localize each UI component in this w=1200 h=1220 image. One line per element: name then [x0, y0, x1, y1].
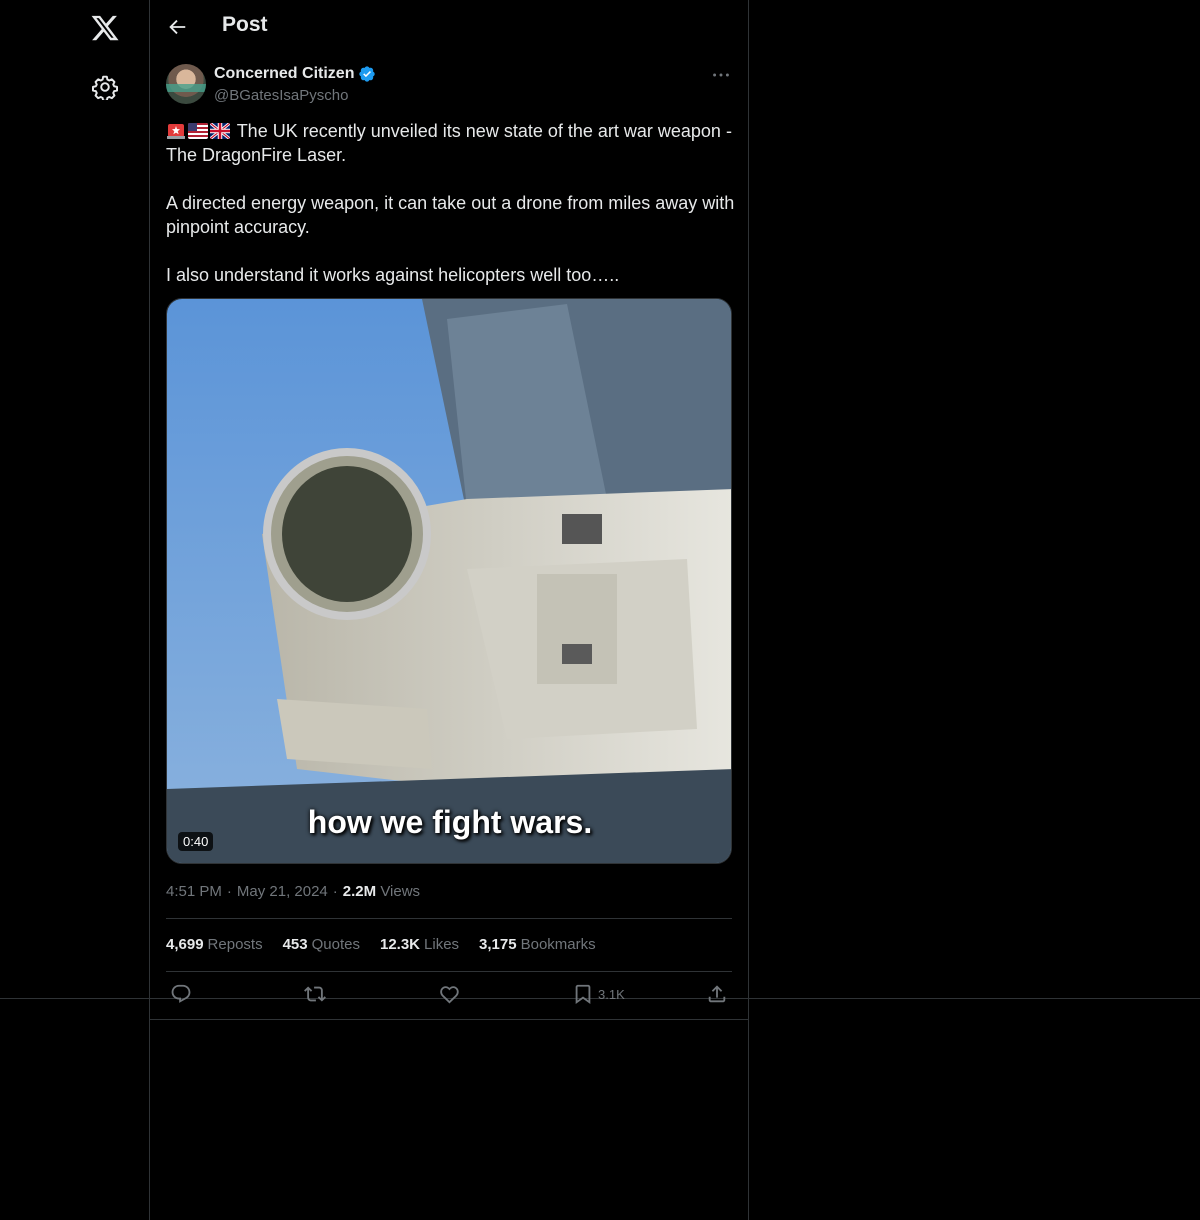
post-column: Post Concerned Citizen @BGatesIsaPyscho [149, 0, 749, 1220]
repost-icon [304, 986, 326, 1002]
divider [166, 918, 732, 919]
repost-button[interactable] [304, 983, 326, 1005]
bookmark-count: 3.1K [598, 986, 625, 1002]
meta-separator: · [226, 883, 232, 900]
reposts-stat[interactable]: 4,699 Reposts [166, 936, 263, 953]
tweet-line-3: I also understand it works against helic… [166, 265, 620, 285]
tweet-text: The UK recently unveiled its new state o… [166, 119, 736, 287]
post-time[interactable]: 4:51 PM [166, 883, 222, 900]
more-icon[interactable] [710, 64, 732, 86]
divider [150, 1019, 748, 1020]
author-display-name[interactable]: Concerned Citizen [214, 65, 354, 83]
tweet-line-2: A directed energy weapon, it can take ou… [166, 193, 735, 237]
like-icon [440, 986, 459, 1004]
video-thumbnail [167, 299, 731, 863]
uk-flag-icon [210, 123, 230, 139]
post-date[interactable]: May 21, 2024 [237, 883, 328, 900]
share-icon [708, 985, 726, 1003]
back-arrow-icon[interactable] [166, 16, 188, 38]
x-logo-icon[interactable] [90, 13, 120, 43]
bookmark-icon [575, 984, 591, 1005]
bookmarks-stat[interactable]: 3,175 Bookmarks [479, 936, 596, 953]
post-meta: 4:51 PM · May 21, 2024 · 2.2M Views [166, 883, 420, 900]
like-button[interactable] [438, 983, 460, 1005]
avatar[interactable] [166, 64, 206, 104]
video-duration: 0:40 [178, 832, 214, 851]
tweet-line-1: The UK recently unveiled its new state o… [166, 121, 732, 165]
video-caption: how we fight wars. [307, 804, 593, 840]
author-handle[interactable]: @BGatesIsaPyscho [214, 87, 348, 104]
reply-icon [171, 984, 191, 1003]
settings-icon[interactable] [92, 74, 118, 100]
author-name-row: Concerned Citizen [214, 65, 376, 83]
bookmark-button[interactable]: 3.1K [572, 983, 625, 1005]
left-sidebar [0, 0, 150, 1220]
likes-stat[interactable]: 12.3K Likes [380, 936, 459, 953]
post-header: Post [150, 0, 748, 54]
meta-separator: · [332, 883, 338, 900]
verified-icon [359, 66, 376, 82]
siren-emoji-icon [167, 124, 185, 139]
reply-button[interactable] [170, 983, 192, 1005]
views-label: Views [380, 883, 421, 900]
divider [166, 971, 732, 972]
video-player[interactable]: how we fight wars. 0:40 [166, 298, 732, 864]
views-count: 2.2M [342, 883, 377, 900]
post-stats: 4,699 Reposts 453 Quotes 12.3K Likes 3,175 B… [166, 936, 596, 953]
quotes-stat[interactable]: 453 Quotes [283, 936, 360, 953]
share-button[interactable] [706, 983, 728, 1005]
page-title: Post [222, 13, 268, 36]
us-flag-icon [188, 123, 208, 139]
action-bar: 3.1K [166, 983, 732, 1009]
